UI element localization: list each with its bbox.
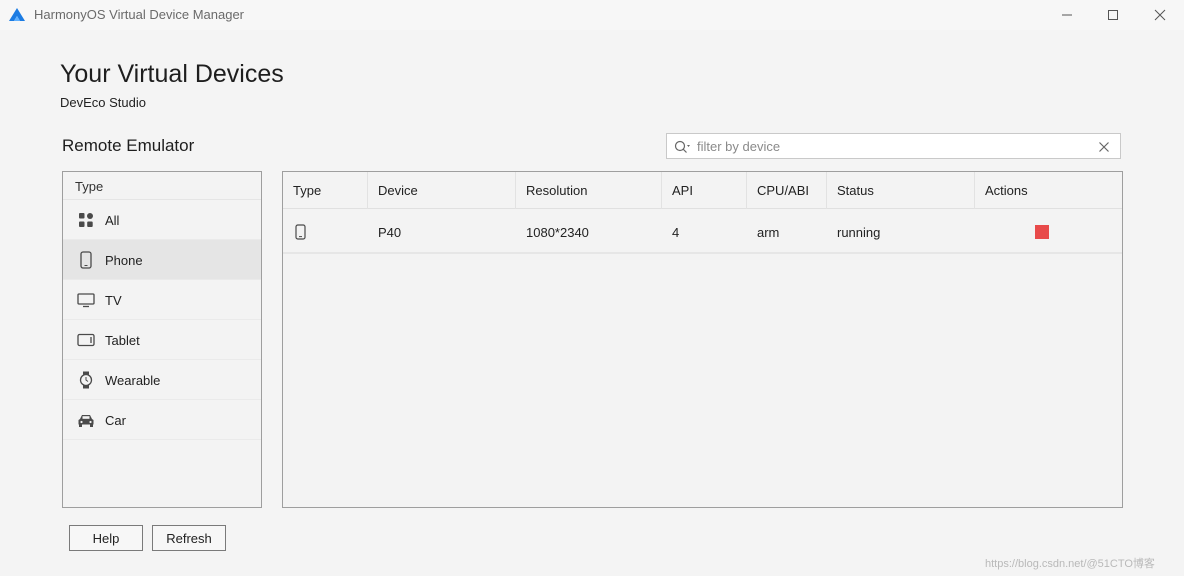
search-icon [674, 140, 690, 153]
type-item-label: Wearable [105, 373, 161, 388]
minimize-button[interactable] [1044, 0, 1090, 30]
grid-icon [77, 211, 95, 229]
watch-icon [77, 371, 95, 389]
search-input[interactable] [697, 136, 1087, 156]
type-item-wearable[interactable]: Wearable [63, 360, 261, 400]
type-item-all[interactable]: All [63, 200, 261, 240]
maximize-icon [1108, 10, 1118, 20]
harmonyos-logo-icon [9, 8, 25, 21]
column-header-actions[interactable]: Actions [975, 172, 1122, 209]
stop-icon[interactable] [1035, 225, 1049, 239]
page-title: Your Virtual Devices [60, 60, 284, 88]
maximize-button[interactable] [1090, 0, 1136, 30]
row-type-cell [283, 210, 368, 254]
column-header-type[interactable]: Type [283, 172, 368, 209]
column-header-status[interactable]: Status [827, 172, 975, 209]
phone-icon [77, 251, 95, 269]
help-button[interactable]: Help [69, 525, 143, 551]
car-icon [77, 411, 95, 429]
phone-icon [295, 224, 306, 240]
section-title: Remote Emulator [62, 136, 195, 155]
type-item-label: TV [105, 293, 122, 308]
title-bar: HarmonyOS Virtual Device Manager [0, 0, 1184, 30]
column-header-api[interactable]: API [662, 172, 747, 209]
row-device-cell: P40 [378, 225, 402, 240]
row-status-cell: running [837, 225, 881, 240]
column-header-resolution[interactable]: Resolution [516, 172, 662, 209]
watermark: https://blog.csdn.net/@51CTO博客 [985, 558, 1155, 570]
tv-icon [77, 291, 95, 309]
refresh-button[interactable]: Refresh [152, 525, 226, 551]
window-title: HarmonyOS Virtual Device Manager [34, 7, 245, 22]
column-header-device[interactable]: Device [368, 172, 516, 209]
page-subtitle: DevEco Studio [60, 95, 146, 110]
type-panel-header: Type [63, 172, 261, 200]
row-api-cell: 4 [672, 225, 680, 240]
search-box [666, 133, 1121, 159]
type-item-tablet[interactable]: Tablet [63, 320, 261, 360]
column-header-cpu-abi[interactable]: CPU/ABI [747, 172, 827, 209]
type-item-phone[interactable]: Phone [63, 240, 261, 280]
minimize-icon [1062, 14, 1072, 16]
row-cpu-cell: arm [757, 225, 780, 240]
tablet-icon [77, 331, 95, 349]
type-item-label: Car [105, 413, 126, 428]
type-item-label: All [105, 213, 120, 228]
type-item-label: Phone [105, 253, 143, 268]
row-resolution-cell: 1080*2340 [526, 225, 589, 240]
close-window-button[interactable] [1137, 0, 1183, 30]
type-item-label: Tablet [105, 333, 140, 348]
table-header-row: Type Device Resolution API CPU/ABI Statu… [283, 172, 1122, 209]
clear-search-icon[interactable] [1097, 140, 1111, 154]
table-row[interactable]: P40 1080*2340 4 arm running [283, 210, 1122, 254]
close-icon [1154, 9, 1166, 21]
type-item-car[interactable]: Car [63, 400, 261, 440]
device-table: Type Device Resolution API CPU/ABI Statu… [282, 171, 1123, 508]
type-item-tv[interactable]: TV [63, 280, 261, 320]
device-type-panel: Type All Phone TV Tablet Wearable Car [62, 171, 262, 508]
